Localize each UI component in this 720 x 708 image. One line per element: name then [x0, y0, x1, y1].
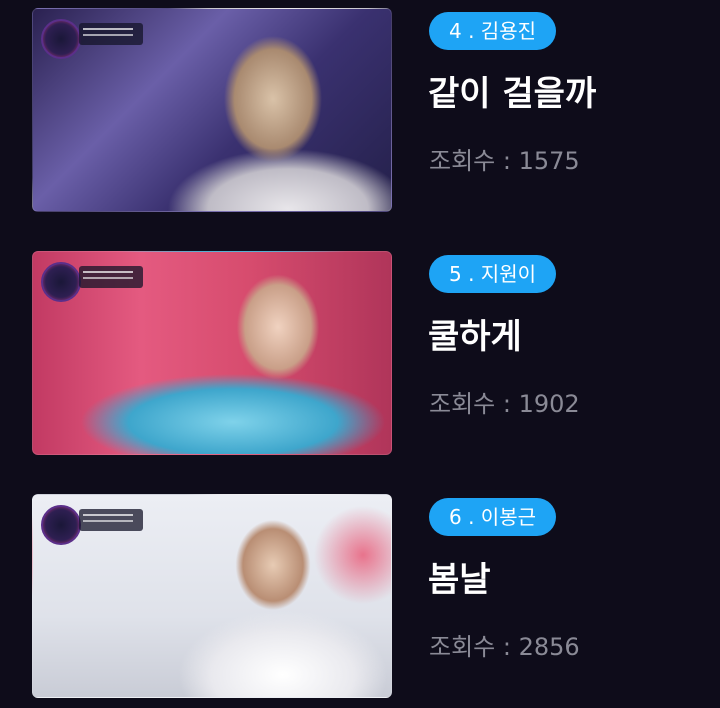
view-count: 조회수 : 2856 — [429, 633, 580, 661]
list-item[interactable]: 4 . 김용진 같이 걸을까 조회수 : 1575 — [0, 8, 720, 212]
list-item[interactable]: 5 . 지원이 쿨하게 조회수 : 1902 — [0, 251, 720, 455]
show-logo-icon — [41, 505, 81, 545]
show-logo-icon — [41, 262, 81, 302]
caption-badge — [79, 23, 143, 45]
show-logo-icon — [41, 19, 81, 59]
rank-badge: 4 . 김용진 — [429, 12, 556, 50]
view-count: 조회수 : 1902 — [429, 390, 580, 418]
list-item[interactable]: 6 . 이봉근 봄날 조회수 : 2856 — [0, 494, 720, 698]
view-count: 조회수 : 1575 — [429, 147, 580, 175]
song-title[interactable]: 같이 걸을까 — [428, 74, 596, 114]
video-thumbnail[interactable] — [32, 494, 392, 698]
rank-badge: 6 . 이봉근 — [429, 498, 556, 536]
ranking-list: 4 . 김용진 같이 걸을까 조회수 : 1575 5 . 지원이 쿨하게 조회… — [0, 0, 720, 708]
song-title[interactable]: 쿨하게 — [428, 317, 522, 357]
video-thumbnail[interactable] — [32, 8, 392, 212]
caption-badge — [79, 266, 143, 288]
song-title[interactable]: 봄날 — [428, 560, 491, 600]
rank-badge: 5 . 지원이 — [429, 255, 556, 293]
video-thumbnail[interactable] — [32, 251, 392, 455]
caption-badge — [79, 509, 143, 531]
